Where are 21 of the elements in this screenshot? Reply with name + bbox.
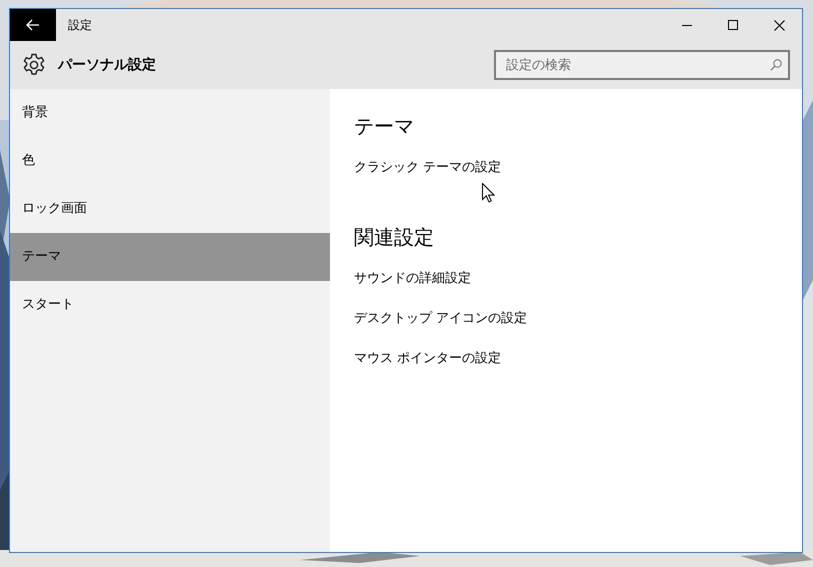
search-icon bbox=[770, 59, 782, 71]
section-heading: 関連設定 bbox=[354, 224, 435, 251]
settings-link[interactable]: デスクトップ アイコンの設定 bbox=[354, 311, 528, 326]
page-title: パーソナル設定 bbox=[58, 56, 156, 74]
mouse-pointer-icon bbox=[482, 183, 495, 203]
settings-link[interactable]: サウンドの詳細設定 bbox=[354, 271, 471, 286]
close-icon bbox=[774, 20, 784, 30]
settings-link[interactable]: クラシック テーマの設定 bbox=[354, 160, 502, 175]
window-title: 設定 bbox=[68, 16, 92, 34]
search-field[interactable]: 設定の検索 bbox=[494, 50, 790, 80]
sidebar-item[interactable]: 背景 bbox=[10, 89, 330, 137]
sidebar-item[interactable]: テーマ bbox=[10, 233, 330, 281]
settings-link[interactable]: マウス ポインターの設定 bbox=[354, 351, 502, 366]
back-button[interactable] bbox=[10, 9, 56, 41]
gear-icon bbox=[22, 53, 46, 77]
sidebar-item[interactable]: スタート bbox=[10, 281, 330, 329]
maximize-icon bbox=[728, 20, 738, 30]
sidebar-item[interactable]: 色 bbox=[10, 137, 330, 185]
section-heading: テーマ bbox=[354, 113, 415, 140]
back-arrow-icon bbox=[26, 19, 40, 31]
sidebar-item[interactable]: ロック画面 bbox=[10, 185, 330, 233]
